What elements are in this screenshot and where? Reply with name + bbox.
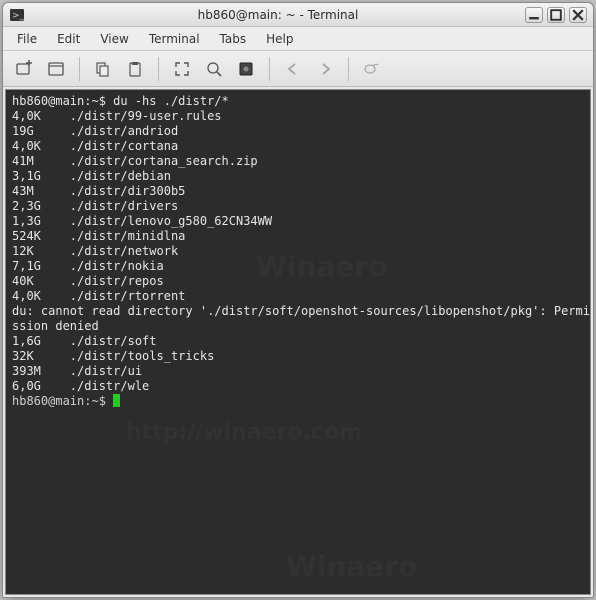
toolbar-separator bbox=[269, 57, 270, 81]
menu-tabs[interactable]: Tabs bbox=[210, 29, 257, 49]
close-button[interactable] bbox=[569, 7, 587, 23]
watermark: Winaero bbox=[286, 550, 417, 583]
watermark: http://winaero.com bbox=[126, 420, 362, 445]
cursor bbox=[113, 394, 120, 407]
toolbar bbox=[3, 51, 593, 87]
menu-edit[interactable]: Edit bbox=[47, 29, 90, 49]
menubar: File Edit View Terminal Tabs Help bbox=[3, 27, 593, 51]
terminal-output: hb860@main:~$ du -hs ./distr/* 4,0K ./di… bbox=[6, 90, 590, 413]
app-icon: >_ bbox=[9, 7, 25, 23]
terminal-area[interactable]: Winaero http://winaero.com Winaero hb860… bbox=[5, 89, 591, 595]
menu-view[interactable]: View bbox=[90, 29, 138, 49]
copy-button[interactable] bbox=[88, 55, 118, 83]
menu-terminal[interactable]: Terminal bbox=[139, 29, 210, 49]
new-window-button[interactable] bbox=[41, 55, 71, 83]
window-title: hb860@main: ~ - Terminal bbox=[31, 8, 525, 22]
titlebar[interactable]: >_ hb860@main: ~ - Terminal bbox=[3, 3, 593, 27]
next-tab-button[interactable] bbox=[310, 55, 340, 83]
toolbar-separator bbox=[79, 57, 80, 81]
terminal-window: >_ hb860@main: ~ - Terminal File Edit Vi… bbox=[2, 2, 594, 598]
new-tab-button[interactable] bbox=[9, 55, 39, 83]
toolbar-separator bbox=[348, 57, 349, 81]
paste-button[interactable] bbox=[120, 55, 150, 83]
svg-text:>_: >_ bbox=[12, 11, 25, 21]
toolbar-separator bbox=[158, 57, 159, 81]
minimize-button[interactable] bbox=[525, 7, 543, 23]
window-controls bbox=[525, 7, 587, 23]
search-button[interactable] bbox=[357, 55, 387, 83]
prev-tab-button[interactable] bbox=[278, 55, 308, 83]
maximize-button[interactable] bbox=[547, 7, 565, 23]
fullscreen-button[interactable] bbox=[167, 55, 197, 83]
zoom-button[interactable] bbox=[199, 55, 229, 83]
menu-help[interactable]: Help bbox=[256, 29, 303, 49]
menu-file[interactable]: File bbox=[7, 29, 47, 49]
preferences-button[interactable] bbox=[231, 55, 261, 83]
